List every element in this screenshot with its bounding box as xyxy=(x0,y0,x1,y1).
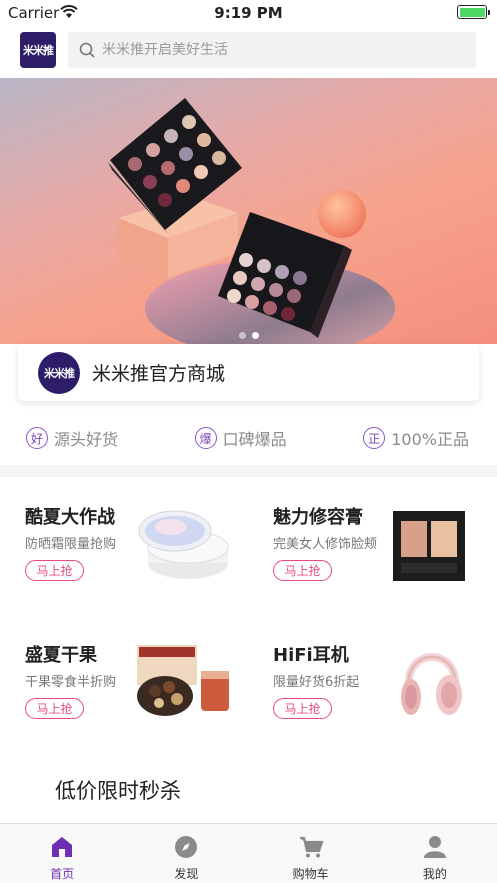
section-divider xyxy=(0,465,497,477)
tab-profile[interactable]: 我的 xyxy=(373,824,497,883)
feature-label: 源头好货 xyxy=(54,430,119,449)
battery-icon xyxy=(457,5,490,19)
tab-cart[interactable]: 购物车 xyxy=(249,824,373,883)
promo-subtitle: 干果零食半折购 xyxy=(25,675,117,690)
promo-card[interactable]: HiFi耳机 限量好货6折起 马上抢 xyxy=(273,641,497,751)
promo-title: 酷夏大作战 xyxy=(25,507,115,528)
headphones-image xyxy=(401,653,462,715)
promo-card[interactable]: 盛夏干果 干果零食半折购 马上抢 xyxy=(25,641,265,751)
promo-title: 盛夏干果 xyxy=(25,645,97,666)
grab-now-button[interactable]: 马上抢 xyxy=(25,698,84,719)
home-icon xyxy=(52,837,73,857)
search-icon xyxy=(79,42,95,58)
clock: 9:19 PM xyxy=(214,4,283,22)
search-input[interactable] xyxy=(102,42,462,58)
search-bar[interactable] xyxy=(68,32,476,68)
promo-title: 魅力修容膏 xyxy=(273,507,363,528)
carousel-dot[interactable] xyxy=(238,332,246,339)
dried-fruit-image xyxy=(137,645,229,716)
feature-label: 口碑爆品 xyxy=(222,430,287,449)
banner-image xyxy=(108,98,395,344)
carousel-dots[interactable] xyxy=(0,332,497,339)
shop-name: 米米推官方商城 xyxy=(92,363,226,385)
grab-now-button[interactable]: 马上抢 xyxy=(273,560,332,581)
promo-card[interactable]: 酷夏大作战 防晒霜限量抢购 马上抢 xyxy=(25,503,265,613)
grab-now-button[interactable]: 马上抢 xyxy=(25,560,84,581)
feature-item: 正 100%正品 xyxy=(363,420,469,456)
promo-subtitle: 防晒霜限量抢购 xyxy=(25,537,117,552)
tab-label: 购物车 xyxy=(292,867,329,881)
cushion-compact-image xyxy=(138,510,229,579)
tab-label: 我的 xyxy=(422,867,447,881)
promo-subtitle: 限量好货6折起 xyxy=(273,675,360,690)
contour-palette-image xyxy=(393,511,465,581)
cart-icon xyxy=(299,836,324,858)
app-logo[interactable]: 米米推 xyxy=(20,32,56,68)
tab-home[interactable]: 首页 xyxy=(0,824,124,883)
tab-discover[interactable]: 发现 xyxy=(124,824,248,883)
feature-item: 好 源头好货 xyxy=(26,420,118,456)
shop-card[interactable]: 米米推 米米推官方商城 xyxy=(18,344,479,401)
feature-strip: 好 源头好货 爆 口碑爆品 正 100%正品 xyxy=(0,420,497,456)
shop-avatar: 米米推 xyxy=(38,351,80,394)
feature-item: 爆 口碑爆品 xyxy=(194,420,287,456)
feature-badge-icon: 正 xyxy=(363,427,386,449)
tab-bar: 首页 发现 购物车 我的 xyxy=(0,823,497,883)
banner-carousel[interactable] xyxy=(0,78,497,344)
status-bar: Carrier 9:19 PM xyxy=(0,0,497,26)
feature-badge-icon: 爆 xyxy=(194,427,217,449)
promo-title: HiFi耳机 xyxy=(273,645,349,666)
compass-icon xyxy=(175,836,198,858)
promo-subtitle: 完美女人修饰脸颊 xyxy=(273,537,378,552)
user-icon xyxy=(423,836,446,858)
flash-sale-title: 低价限时秒杀 xyxy=(55,779,181,803)
promo-card[interactable]: 魅力修容膏 完美女人修饰脸颊 马上抢 xyxy=(273,503,497,613)
feature-label: 100%正品 xyxy=(391,430,469,449)
carousel-dot-active[interactable] xyxy=(251,332,259,339)
app-screen: Carrier 9:19 PM 米米推 米米推开启美好生活 米米推 米米推官方商… xyxy=(0,0,497,883)
feature-badge-icon: 好 xyxy=(26,427,48,449)
tab-label: 发现 xyxy=(174,867,199,881)
grab-now-button[interactable]: 马上抢 xyxy=(273,698,332,719)
tab-label: 首页 xyxy=(50,867,75,881)
